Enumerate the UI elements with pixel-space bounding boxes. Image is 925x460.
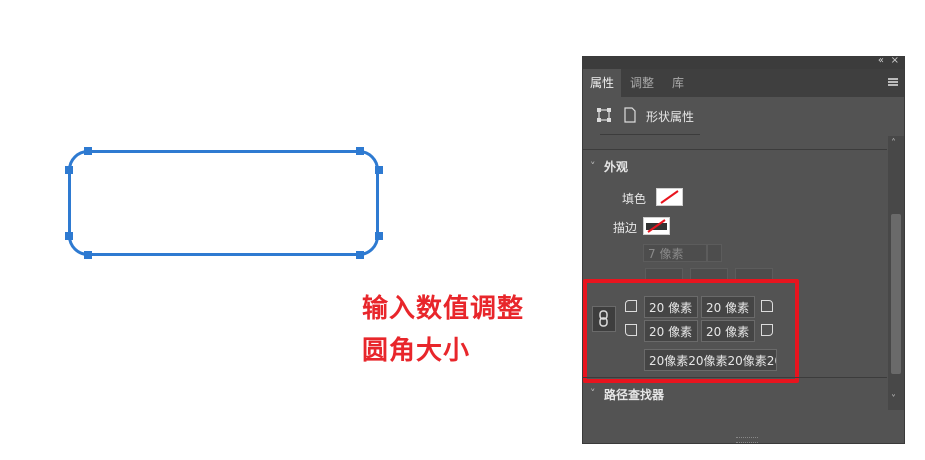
chevron-down-icon[interactable]: ˅ [590, 160, 596, 173]
panel-top-strip: « × [583, 55, 904, 69]
panel-scrollbar[interactable] [888, 136, 904, 410]
anchor-handle[interactable] [65, 232, 73, 240]
highlight-box [583, 279, 799, 383]
shape-properties-label: 形状属性 [646, 110, 695, 124]
resize-grip[interactable] [736, 437, 758, 443]
fill-label: 填色 [622, 192, 647, 206]
scroll-up-icon[interactable]: ˄ [891, 138, 896, 149]
collapse-icon[interactable]: « [878, 55, 884, 66]
annotation-line-2: 圆角大小 [362, 336, 471, 366]
close-icon[interactable]: × [891, 55, 899, 66]
fill-swatch[interactable] [656, 188, 683, 206]
divider [583, 149, 887, 150]
tab-properties[interactable]: 属性 [583, 69, 621, 97]
panel-tab-bar: 属性 调整 库 [583, 69, 904, 97]
divider [600, 134, 700, 135]
chevron-down-icon[interactable]: ˅ [590, 387, 596, 400]
panel-menu-icon[interactable] [888, 78, 898, 86]
anchor-handle[interactable] [375, 232, 383, 240]
anchor-handle[interactable] [356, 251, 364, 259]
stroke-swatch[interactable] [643, 217, 670, 235]
scroll-down-icon[interactable]: ˅ [891, 394, 896, 405]
tab-adjustments[interactable]: 调整 [623, 69, 661, 97]
stroke-width-field[interactable]: 7 像素 [643, 244, 707, 262]
stroke-color-icon [646, 219, 667, 233]
pathfinder-title: 路径查找器 [604, 388, 665, 402]
stroke-label: 描边 [613, 221, 638, 235]
anchor-handle[interactable] [84, 147, 92, 155]
scrollbar-thumb[interactable] [891, 214, 901, 374]
document-icon [624, 107, 636, 123]
stroke-width-dropdown[interactable] [707, 244, 722, 262]
no-fill-icon [660, 190, 679, 204]
anchor-handle[interactable] [356, 147, 364, 155]
anchor-handle[interactable] [84, 251, 92, 259]
appearance-title: 外观 [604, 160, 629, 174]
annotation-line-1: 输入数值调整 [362, 294, 525, 324]
tab-libraries[interactable]: 库 [663, 69, 693, 97]
divider [583, 377, 887, 378]
anchor-handle[interactable] [65, 166, 73, 174]
transform-icon[interactable] [596, 107, 612, 123]
anchor-handle[interactable] [375, 166, 383, 174]
rounded-rectangle-shape[interactable] [68, 150, 379, 256]
